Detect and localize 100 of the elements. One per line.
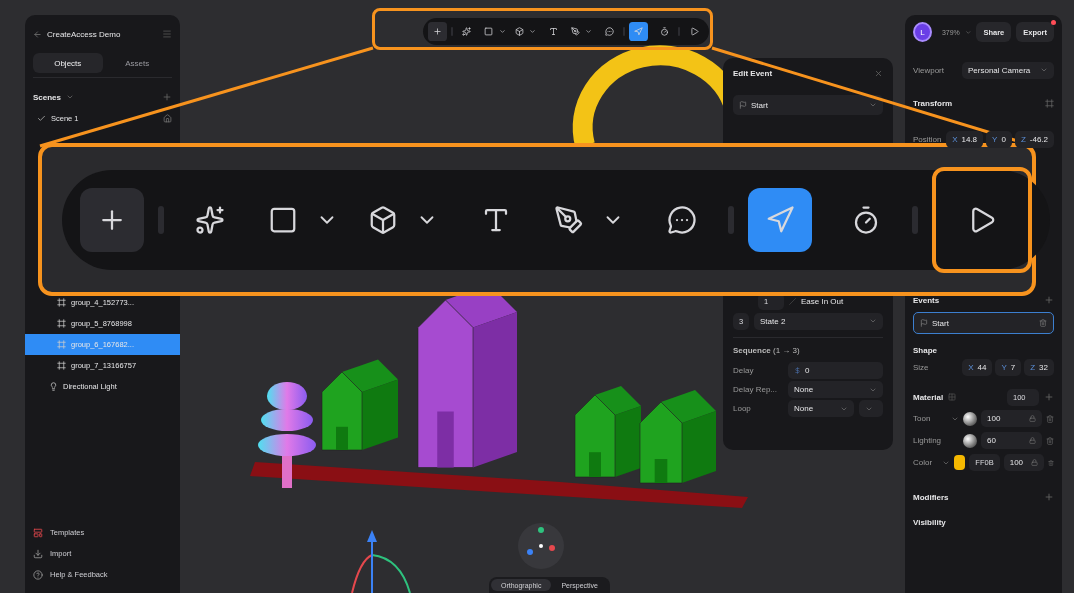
caret-icon: [1040, 66, 1048, 74]
axis-label: Y: [1001, 362, 1007, 372]
value-field[interactable]: 100: [981, 410, 1042, 427]
sidebar-tab[interactable]: Assets: [102, 53, 172, 73]
field-label: Color: [913, 458, 934, 467]
cursor-icon: [765, 204, 795, 235]
add-icon[interactable]: [1044, 295, 1054, 305]
field-value: 100: [1009, 458, 1024, 467]
event-item[interactable]: Start: [913, 312, 1054, 334]
field-value: 0: [805, 366, 810, 375]
toolbar-divider: [728, 205, 734, 234]
shader-preview[interactable]: [963, 411, 977, 426]
help-icon: [33, 569, 43, 580]
field-label: Toon: [913, 414, 932, 423]
select-value: State 2: [760, 316, 786, 326]
event-label: Start: [932, 318, 949, 328]
text-icon: [548, 27, 558, 36]
add-button[interactable]: [80, 187, 144, 252]
panel-title: Edit Event: [733, 68, 773, 78]
sidebar-tab[interactable]: Objects: [33, 53, 103, 73]
field-label: Delay Rep...: [733, 385, 779, 394]
add-icon[interactable]: [162, 92, 172, 102]
timer-icon: [660, 27, 670, 36]
select-value: None: [794, 404, 814, 413]
axis-label: Z: [1030, 362, 1036, 372]
number-field[interactable]: 0: [788, 362, 883, 379]
field-value: 44: [977, 362, 987, 372]
easing-label: Ease In Out: [801, 296, 844, 306]
select-value: None: [794, 385, 814, 394]
axis-label: Z: [1020, 134, 1026, 144]
flag-icon: [920, 319, 928, 327]
field-value: 14.8: [961, 134, 978, 144]
caret-icon[interactable]: [66, 93, 75, 101]
square-icon: [484, 27, 494, 36]
cube-icon: [514, 27, 524, 36]
project-title: CreateAccess Demo: [47, 29, 121, 39]
sparkle-icon: [462, 27, 472, 36]
field-value: 60: [987, 436, 996, 445]
trash-icon[interactable]: [1039, 319, 1047, 327]
select-field[interactable]: None: [788, 381, 883, 398]
close-icon[interactable]: [874, 68, 883, 78]
orientation-gizmo: [518, 523, 564, 569]
axis-label: Y: [992, 134, 998, 144]
add-icon[interactable]: [1044, 492, 1054, 502]
value-field[interactable]: 100: [1003, 454, 1045, 471]
pen-icon: [570, 27, 580, 36]
field-value: 100: [987, 414, 1001, 423]
section-title: Events: [913, 295, 940, 305]
section-title: Shape: [913, 346, 938, 355]
section-title: Visibility: [913, 518, 947, 527]
value-field[interactable]: 60: [981, 432, 1042, 449]
state-select[interactable]: State 2: [754, 312, 883, 330]
add-button[interactable]: [427, 21, 448, 42]
field-label: Position: [913, 134, 943, 144]
select-field[interactable]: [859, 400, 883, 417]
viewport-select[interactable]: Personal Camera: [962, 61, 1054, 79]
field-label: Size: [913, 362, 930, 372]
template-icon: [33, 527, 43, 538]
back-icon[interactable]: [33, 29, 42, 39]
avatar[interactable]: L: [913, 22, 932, 42]
select-tool-button[interactable]: [629, 21, 649, 42]
number-field[interactable]: Y 7: [995, 358, 1022, 376]
toolbar-divider: [912, 205, 918, 234]
play-button[interactable]: [932, 166, 1032, 273]
flag-icon: [739, 101, 747, 109]
axis-label: X: [952, 134, 958, 144]
select-field[interactable]: None: [788, 400, 854, 417]
play-icon: [689, 27, 699, 36]
number-field[interactable]: Z -46.2: [1014, 130, 1054, 148]
axis-label: X: [968, 362, 974, 372]
section-title: Transform: [913, 98, 953, 108]
field-value: 0: [1001, 134, 1006, 144]
number-field[interactable]: Y 0: [986, 130, 1012, 148]
number-field[interactable]: X 44: [962, 358, 993, 376]
sequence-heading: Sequence (1 → 3): [733, 346, 801, 355]
toolbar-divider: [158, 205, 164, 234]
plus-icon: [433, 27, 442, 36]
trash-icon[interactable]: [1046, 414, 1054, 423]
trash-icon[interactable]: [1046, 436, 1054, 445]
home-icon[interactable]: [163, 113, 172, 123]
trigger-select[interactable]: Start: [733, 95, 883, 115]
check-icon[interactable]: [37, 113, 46, 123]
field-label: Delay: [733, 366, 755, 375]
dollar-icon: [794, 367, 801, 374]
shader-preview[interactable]: [963, 433, 977, 448]
select-tool-button[interactable]: [748, 187, 812, 252]
field-label: Viewport: [913, 65, 945, 75]
number-field[interactable]: X 14.8: [946, 130, 984, 148]
add-icon[interactable]: [1044, 392, 1054, 402]
caret-icon: [869, 101, 877, 109]
lock-icon: [1029, 415, 1036, 422]
color-swatch[interactable]: [954, 455, 966, 470]
number-field[interactable]: Z 32: [1024, 358, 1054, 376]
lock-icon: [1029, 437, 1036, 444]
trash-icon[interactable]: [1048, 458, 1054, 467]
section-title: Scenes: [33, 92, 62, 102]
field-value: 7: [1010, 362, 1016, 372]
axis-gizmo-drawing: [351, 530, 411, 593]
cursor-icon: [634, 27, 644, 36]
slash-icon: [789, 297, 796, 305]
